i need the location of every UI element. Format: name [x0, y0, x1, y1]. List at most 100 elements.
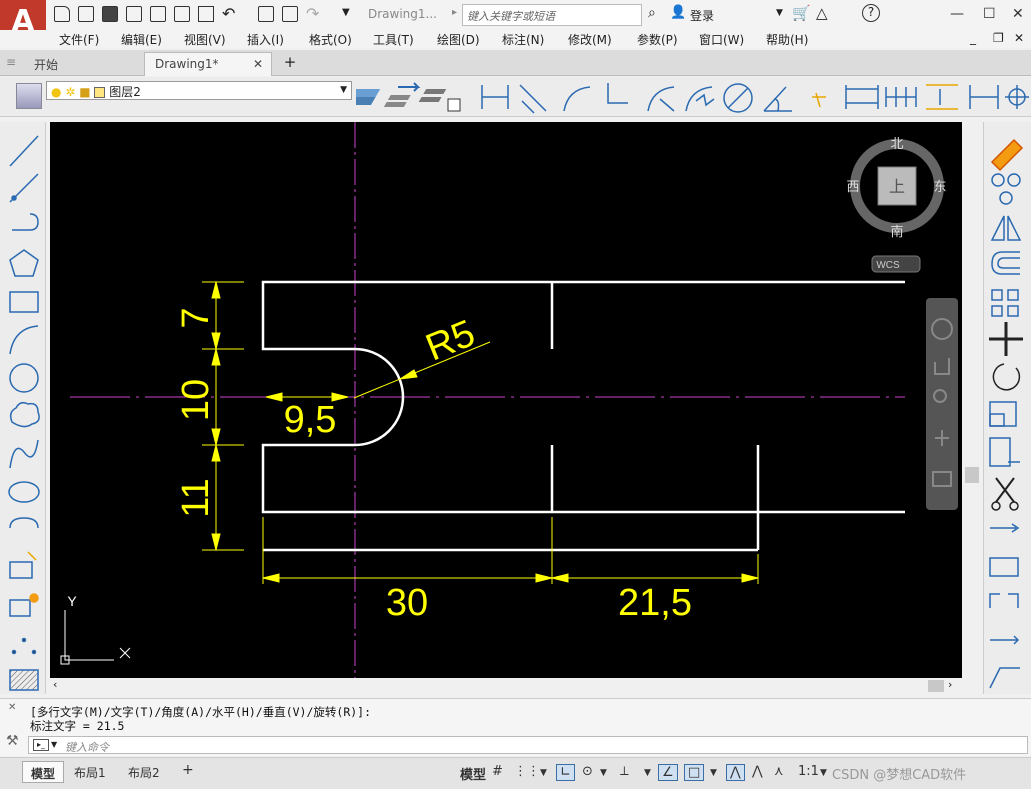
plot-icon[interactable]	[150, 6, 166, 22]
previous-layer-icon[interactable]	[383, 82, 421, 107]
spline-tool-icon[interactable]	[9, 439, 39, 469]
save-icon[interactable]	[102, 6, 118, 22]
menu-help[interactable]: 帮助(H)	[766, 31, 808, 48]
doc-close-button[interactable]: ✕	[1014, 31, 1024, 45]
rectangle-tool-icon[interactable]	[9, 291, 39, 313]
ortho-icon[interactable]: ⟂	[620, 764, 629, 779]
vscroll-thumb[interactable]	[965, 467, 979, 483]
make-current-layer-icon[interactable]	[356, 89, 381, 105]
auto-scale-icon[interactable]: ⋀	[752, 764, 763, 779]
rotate-icon[interactable]	[992, 363, 1021, 391]
login-link[interactable]: 登录	[690, 7, 714, 24]
menu-window[interactable]: 窗口(W)	[699, 31, 744, 48]
menu-edit[interactable]: 编辑(E)	[121, 31, 162, 48]
new-layout-button[interactable]: +	[174, 761, 202, 783]
dynamic-input-icon[interactable]: ⊙	[582, 764, 593, 779]
layout-tab-1[interactable]: 布局1	[66, 761, 114, 783]
help-icon[interactable]: ?	[862, 4, 880, 22]
annotation-visibility-icon[interactable]: ⋀	[726, 764, 745, 781]
scroll-right-icon[interactable]: ›	[948, 678, 952, 691]
a360-icon[interactable]: △	[816, 4, 828, 22]
extend-icon[interactable]	[990, 523, 1020, 533]
ellipse-arc-icon[interactable]	[9, 517, 39, 529]
hscroll-thumb[interactable]	[928, 680, 944, 692]
layout-tab-2[interactable]: 布局2	[120, 761, 168, 783]
search-expand-icon[interactable]: ▸	[452, 7, 457, 18]
move-icon[interactable]	[989, 322, 1023, 356]
viewcube-north[interactable]: 北	[890, 136, 903, 151]
baseline-dimension-icon[interactable]	[845, 85, 879, 109]
copy-icon[interactable]	[991, 173, 1021, 205]
command-recent-dropdown-icon[interactable]: ▼	[51, 740, 57, 749]
menu-view[interactable]: 视图(V)	[184, 31, 226, 48]
menu-parametric[interactable]: 参数(P)	[637, 31, 678, 48]
polygon-tool-icon[interactable]	[9, 249, 39, 277]
insert-block-icon[interactable]	[9, 551, 37, 579]
join-icon[interactable]	[990, 635, 1020, 645]
new-file-icon[interactable]	[54, 6, 70, 22]
binoculars-icon[interactable]: ⌕	[648, 5, 656, 21]
jogged-dimension-icon[interactable]	[685, 86, 715, 112]
point-tool-icon[interactable]	[11, 637, 37, 655]
tab-scroll-icon[interactable]: ≡	[6, 55, 16, 69]
line-tool-icon[interactable]	[9, 135, 39, 167]
dimension-break-icon[interactable]	[969, 85, 999, 109]
make-block-icon[interactable]	[9, 593, 39, 617]
qat-dropdown-icon[interactable]: ▼	[342, 7, 350, 18]
trim-icon[interactable]	[991, 477, 1019, 511]
doc-minimize-button[interactable]: _	[970, 31, 976, 45]
arc-tool-icon[interactable]	[9, 325, 39, 355]
scale-icon[interactable]	[989, 401, 1017, 427]
ellipse-tool-icon[interactable]	[8, 481, 40, 503]
publish-icon[interactable]	[258, 6, 274, 22]
polyline-tool-icon[interactable]	[12, 213, 39, 231]
snap-dropdown-icon[interactable]: ▼	[540, 768, 547, 778]
close-window-button[interactable]: ✕	[1012, 6, 1024, 22]
dimension-space-icon[interactable]	[926, 84, 958, 110]
polar-icon[interactable]: ∠	[658, 764, 678, 781]
arc-length-icon[interactable]	[563, 86, 591, 112]
viewcube-face-top[interactable]: 上	[889, 178, 905, 196]
share-icon[interactable]	[282, 6, 298, 22]
menu-format[interactable]: 格式(O)	[309, 31, 352, 48]
layer-properties-icon[interactable]	[16, 83, 42, 109]
break-at-point-icon[interactable]	[989, 557, 1019, 577]
print-preview-icon[interactable]	[198, 6, 214, 22]
construction-line-icon[interactable]	[9, 173, 39, 203]
layer-states-icon[interactable]	[418, 89, 461, 112]
continue-dimension-icon[interactable]	[885, 87, 917, 107]
cart-icon[interactable]: 🛒	[792, 4, 811, 22]
drawing-canvas[interactable]: 7 10 11 9,5 R5 30 21,5 Y 上 北 南 东 西 WCS	[50, 122, 962, 678]
tab-drawing1[interactable]: Drawing1* ✕	[144, 52, 272, 76]
erase-icon[interactable]	[990, 138, 1024, 172]
grid-icon[interactable]: #	[492, 764, 503, 779]
print-icon[interactable]	[174, 6, 190, 22]
array-icon[interactable]	[991, 289, 1019, 317]
wcs-menu[interactable]: WCS	[876, 260, 900, 271]
command-prompt-icon[interactable]: ▸_	[33, 739, 49, 751]
revision-cloud-icon[interactable]	[9, 401, 40, 428]
diameter-dimension-icon[interactable]	[723, 83, 753, 113]
chamfer-icon[interactable]	[989, 667, 1020, 689]
ordinate-dimension-icon[interactable]	[607, 83, 628, 104]
mirror-icon[interactable]	[990, 215, 1022, 241]
offset-icon[interactable]	[991, 251, 1020, 275]
save-as-icon[interactable]	[126, 6, 142, 22]
break-icon[interactable]	[989, 593, 1019, 608]
circle-tool-icon[interactable]	[9, 363, 39, 393]
menu-modify[interactable]: 修改(M)	[568, 31, 612, 48]
new-tab-button[interactable]: +	[279, 53, 301, 73]
undo-icon[interactable]: ↶	[222, 4, 235, 23]
quick-dimension-icon[interactable]	[812, 92, 826, 108]
tab-start[interactable]: 开始	[24, 52, 142, 76]
hatch-tool-icon[interactable]	[9, 669, 39, 691]
infer-constraints-icon[interactable]: ∟	[556, 764, 575, 781]
menu-draw[interactable]: 绘图(D)	[437, 31, 480, 48]
menu-file[interactable]: 文件(F)	[59, 31, 99, 48]
viewcube-south[interactable]: 南	[890, 224, 903, 239]
scale-dropdown-icon[interactable]: ▼	[820, 768, 827, 778]
linear-dimension-icon[interactable]	[481, 85, 509, 109]
search-input[interactable]: 键入关键字或短语	[462, 4, 642, 26]
inspect-icon[interactable]	[1005, 85, 1029, 109]
layout-tab-model[interactable]: 模型	[22, 761, 65, 783]
